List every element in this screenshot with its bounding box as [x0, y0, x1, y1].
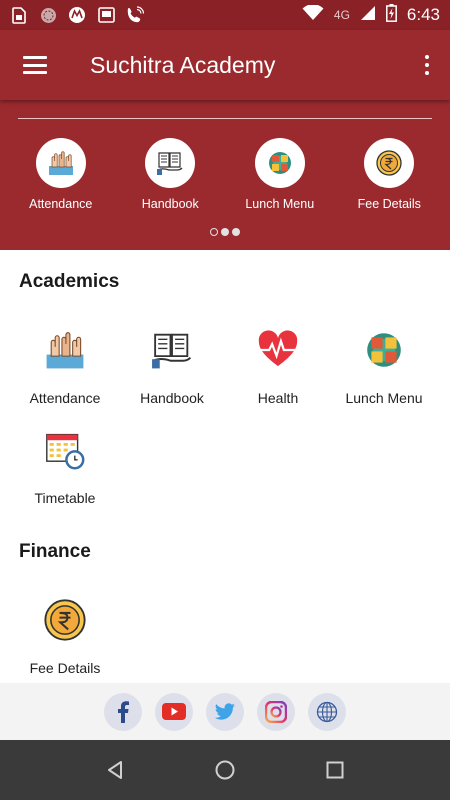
- academics-item-health[interactable]: Health: [223, 326, 333, 406]
- app-title: Suchitra Academy: [90, 51, 276, 78]
- item-label: Health: [257, 390, 299, 406]
- item-label: Handbook: [140, 390, 204, 406]
- system-navigation-bar: [0, 740, 450, 800]
- handbook-icon: [157, 152, 183, 175]
- item-label: Timetable: [34, 490, 96, 506]
- status-bar: 4G 6:43: [0, 0, 450, 30]
- banner-divider: [18, 118, 432, 119]
- social-links-bar: [0, 683, 450, 740]
- quick-item-label: Fee Details: [357, 197, 421, 211]
- pager-dot[interactable]: [232, 228, 240, 236]
- academics-item-timetable[interactable]: Timetable: [10, 426, 120, 506]
- item-label: Fee Details: [29, 660, 101, 676]
- app-bar: Suchitra Academy: [0, 30, 450, 100]
- lunch-menu-icon: [268, 152, 291, 174]
- recents-icon[interactable]: [315, 750, 355, 790]
- quick-access-carousel[interactable]: Attendance Handbook Lunch Menu Fee Detai…: [0, 138, 450, 211]
- back-icon[interactable]: [95, 750, 135, 790]
- quick-access-banner: Attendance Handbook Lunch Menu Fee Detai…: [0, 100, 450, 250]
- quick-item-handbook[interactable]: Handbook: [116, 138, 226, 211]
- item-label: Lunch Menu: [345, 390, 423, 406]
- battery-charging-icon: [385, 3, 397, 27]
- wifi-icon: [302, 3, 324, 26]
- lunch-menu-icon: [367, 333, 401, 367]
- website-globe-icon[interactable]: [308, 692, 346, 731]
- item-label: Attendance: [29, 390, 101, 406]
- section-title-academics: Academics: [19, 271, 120, 292]
- quick-item-attendance[interactable]: Attendance: [6, 138, 116, 211]
- motorola-icon: [68, 6, 86, 24]
- quick-item-label: Lunch Menu: [245, 197, 315, 211]
- rupee-coin-icon: [376, 150, 402, 176]
- pager-dot-active[interactable]: [221, 228, 229, 236]
- heart-pulse-icon: [258, 330, 298, 367]
- calendar-clock-icon: [46, 433, 85, 470]
- twitter-icon[interactable]: [206, 692, 244, 731]
- youtube-icon[interactable]: [155, 692, 193, 731]
- facebook-icon[interactable]: [104, 692, 142, 731]
- app-screen: 4G 6:43 Suchitra Academy Attendance Hand…: [0, 0, 450, 800]
- section-title-finance: Finance: [19, 541, 91, 562]
- overflow-menu-icon[interactable]: [404, 30, 450, 100]
- dnd-icon: [39, 6, 57, 24]
- network-type: 4G: [333, 8, 350, 22]
- handbook-icon: [152, 333, 192, 369]
- quick-item-fee-details[interactable]: Fee Details: [335, 138, 445, 211]
- academics-item-handbook[interactable]: Handbook: [117, 326, 227, 406]
- clock: 6:43: [406, 5, 440, 24]
- quick-item-lunch-menu[interactable]: Lunch Menu: [225, 138, 335, 211]
- attendance-hands-icon: [48, 151, 73, 175]
- quick-item-label: Attendance: [29, 197, 93, 211]
- attendance-hands-icon: [46, 332, 84, 369]
- instagram-icon[interactable]: [257, 692, 295, 731]
- screenshot-icon: [97, 6, 115, 24]
- carousel-pager: [0, 228, 450, 236]
- academics-item-attendance[interactable]: Attendance: [10, 326, 120, 406]
- rupee-coin-icon: [44, 599, 86, 641]
- pager-dot[interactable]: [210, 228, 218, 236]
- sim-icon: [10, 6, 28, 24]
- home-icon[interactable]: [205, 750, 245, 790]
- wifi-calling-icon: [126, 6, 144, 24]
- finance-item-fee-details[interactable]: Fee Details: [10, 596, 120, 676]
- signal-icon: [360, 5, 376, 26]
- quick-item-label: Handbook: [141, 197, 199, 211]
- hamburger-menu-icon[interactable]: [0, 30, 70, 100]
- academics-item-lunch-menu[interactable]: Lunch Menu: [329, 326, 439, 406]
